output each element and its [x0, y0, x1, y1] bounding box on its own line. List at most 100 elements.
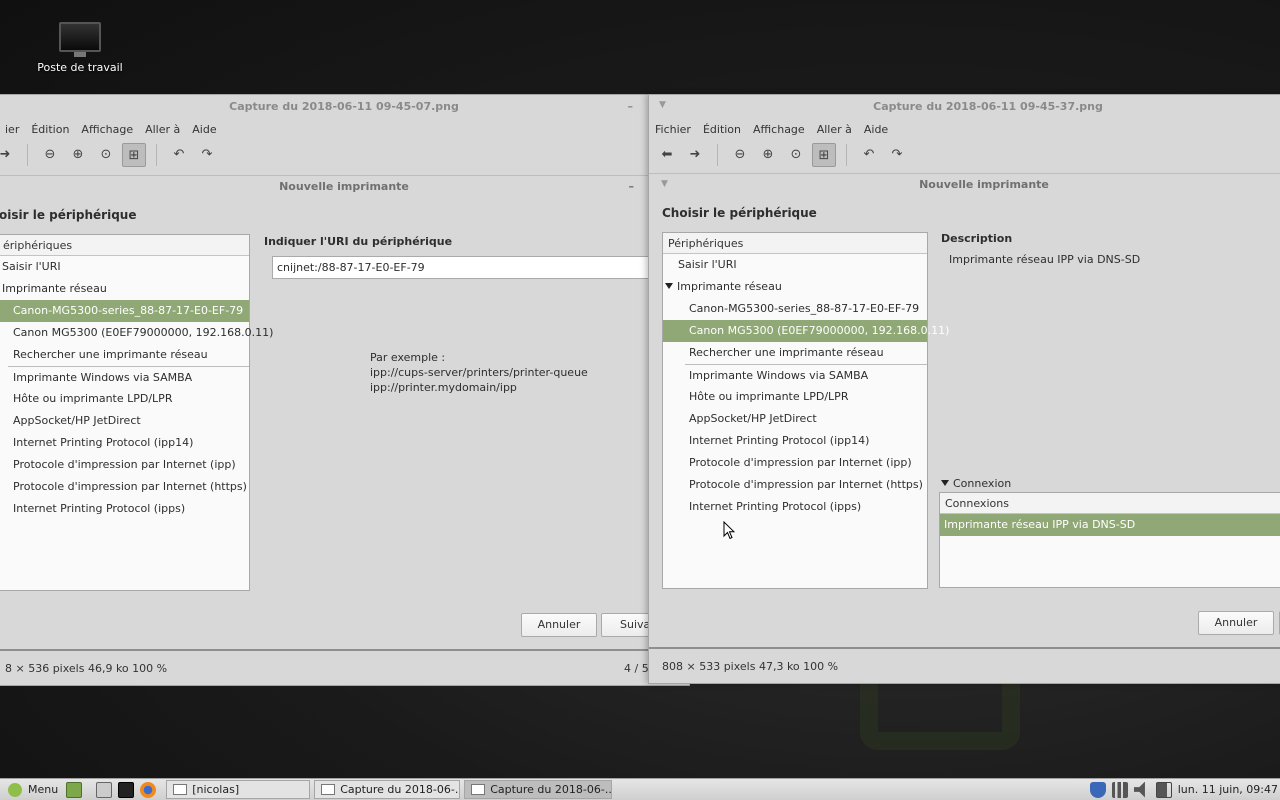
show-desktop-icon[interactable]: [66, 781, 83, 798]
menu-help[interactable]: Aide: [864, 123, 888, 136]
battery-icon[interactable]: [1155, 781, 1172, 798]
terminal-task-icon: [173, 784, 188, 795]
cancel-button[interactable]: Annuler: [521, 613, 597, 637]
forward-icon[interactable]: ➜: [683, 143, 707, 167]
list-item[interactable]: AppSocket/HP JetDirect: [0, 410, 249, 432]
expander-icon[interactable]: [941, 480, 949, 486]
cancel-button[interactable]: Annuler: [1198, 611, 1274, 635]
list-item[interactable]: Internet Printing Protocol (ipps): [663, 496, 927, 518]
toolbar-separator: [717, 144, 718, 166]
menu-help[interactable]: Aide: [192, 123, 216, 136]
window-title: ▼ Capture du 2018-06-11 09-45-37.png: [649, 95, 1280, 119]
window-menu-icon[interactable]: ▼: [659, 93, 666, 117]
list-item[interactable]: Rechercher une imprimante réseau: [663, 342, 927, 364]
list-item[interactable]: Protocole d'impression par Internet (ipp…: [663, 452, 927, 474]
clock[interactable]: lun. 11 juin, 09:47: [1178, 783, 1280, 796]
list-item-selected[interactable]: Canon MG5300 (E0EF79000000, 192.168.0.11…: [663, 320, 949, 342]
back-icon[interactable]: ⬅: [655, 143, 679, 167]
device-list-header[interactable]: Périphériques: [663, 233, 927, 254]
list-item[interactable]: Saisir l'URI: [663, 254, 927, 276]
list-item[interactable]: Imprimante réseau: [0, 278, 249, 300]
forward-icon[interactable]: ➜: [0, 143, 17, 167]
task-image-viewer-1[interactable]: Capture du 2018-06-...: [314, 780, 461, 799]
menu-file[interactable]: Fichier: [655, 123, 691, 136]
zoom-out-icon[interactable]: ⊖: [38, 143, 62, 167]
description-value: Imprimante réseau IPP via DNS-SD: [949, 253, 1141, 266]
menu-file[interactable]: ier: [5, 123, 19, 136]
zoom-in-icon[interactable]: ⊕: [66, 143, 90, 167]
zoom-normal-icon[interactable]: ⊙: [94, 143, 118, 167]
desktop-computer-icon[interactable]: Poste de travail: [30, 18, 130, 74]
list-item[interactable]: Rechercher une imprimante réseau: [0, 344, 249, 366]
uri-example-label: Par exemple :: [370, 351, 446, 364]
firefox-icon[interactable]: [140, 781, 157, 798]
menu-button[interactable]: Menu: [0, 779, 66, 800]
terminal-icon[interactable]: [118, 781, 135, 798]
list-item-selected[interactable]: Canon-MG5300-series_88-87-17-E0-EF-79: [0, 300, 249, 322]
window-title: Capture du 2018-06-11 09-45-07.png –: [0, 95, 689, 119]
device-list: Périphériques Saisir l'URI Imprimante ré…: [662, 232, 949, 589]
shield-icon[interactable]: [1089, 781, 1106, 798]
menu-go[interactable]: Aller à: [817, 123, 852, 136]
uri-field[interactable]: cnijnet:/88-87-17-E0-EF-79: [272, 256, 662, 279]
menu-view[interactable]: Affichage: [81, 123, 133, 136]
rotate-left-icon[interactable]: ↶: [857, 143, 881, 167]
list-item[interactable]: Canon MG5300 (E0EF79000000, 192.168.0.11…: [0, 322, 273, 344]
list-item-expanded[interactable]: Imprimante réseau: [663, 276, 927, 298]
zoom-out-icon[interactable]: ⊖: [728, 143, 752, 167]
zoom-in-icon[interactable]: ⊕: [756, 143, 780, 167]
dialog-title: Nouvelle imprimante –: [0, 176, 689, 198]
connection-item-selected[interactable]: Imprimante réseau IPP via DNS-SD: [940, 514, 1280, 536]
dialog-menu-icon[interactable]: ▼: [661, 173, 668, 195]
device-list: ériphériques Saisir l'URI Imprimante rés…: [0, 234, 273, 591]
list-item[interactable]: Internet Printing Protocol (ipp14): [0, 432, 249, 454]
rotate-right-icon[interactable]: ↷: [885, 143, 909, 167]
dialog-title: ▼ Nouvelle imprimante: [649, 174, 1280, 196]
toolbar-separator: [156, 144, 157, 166]
menu-edit[interactable]: Édition: [31, 123, 69, 136]
status-bar: 8 × 536 pixels 46,9 ko 100 % 4 / 5: [0, 649, 689, 685]
zoom-fit-icon[interactable]: ⊞: [122, 143, 146, 167]
toolbar-separator: [27, 144, 28, 166]
list-item[interactable]: Internet Printing Protocol (ipps): [0, 498, 249, 520]
volume-icon[interactable]: [1133, 781, 1145, 798]
new-printer-dialog: Nouvelle imprimante – oisir le périphéri…: [0, 175, 689, 645]
task-terminal[interactable]: [nicolas]: [166, 780, 311, 799]
description-heading: Description: [941, 232, 1013, 245]
minimize-button[interactable]: –: [628, 95, 634, 119]
expander-icon[interactable]: [665, 283, 673, 289]
connection-expander[interactable]: Connexion: [941, 477, 1011, 490]
list-item[interactable]: Canon-MG5300-series_88-87-17-E0-EF-79: [663, 298, 927, 320]
list-item[interactable]: Imprimante Windows via SAMBA: [8, 366, 249, 388]
uri-example-1: ipp://cups-server/printers/printer-queue: [370, 366, 588, 379]
list-item[interactable]: Saisir l'URI: [0, 256, 249, 278]
dialog-heading: Choisir le périphérique: [662, 206, 817, 220]
list-item[interactable]: Hôte ou imprimante LPD/LPR: [0, 388, 249, 410]
task-image-viewer-2[interactable]: Capture du 2018-06-...: [464, 780, 613, 799]
device-list-header[interactable]: ériphériques: [0, 235, 249, 256]
connections-list: Connexions Imprimante réseau IPP via DNS…: [939, 492, 1280, 588]
list-item[interactable]: Internet Printing Protocol (ipp14): [663, 430, 927, 452]
list-item[interactable]: Imprimante Windows via SAMBA: [685, 364, 927, 386]
list-item[interactable]: Protocole d'impression par Internet (htt…: [0, 476, 249, 498]
menu-view[interactable]: Affichage: [753, 123, 805, 136]
desktop-icon-label: Poste de travail: [37, 61, 123, 74]
menu-go[interactable]: Aller à: [145, 123, 180, 136]
mouse-cursor: [723, 521, 735, 540]
network-icon[interactable]: [1111, 781, 1128, 798]
file-manager-icon[interactable]: [96, 781, 113, 798]
list-item[interactable]: Protocole d'impression par Internet (ipp…: [0, 454, 249, 476]
rotate-right-icon[interactable]: ↷: [195, 143, 219, 167]
connections-list-header[interactable]: Connexions: [940, 493, 1280, 514]
list-item[interactable]: Hôte ou imprimante LPD/LPR: [663, 386, 927, 408]
dialog-minimize-button[interactable]: –: [629, 176, 635, 198]
menu-edit[interactable]: Édition: [703, 123, 741, 136]
mint-menu-icon: [8, 782, 22, 797]
monitor-icon: [59, 22, 101, 57]
toolbar-separator: [846, 144, 847, 166]
zoom-fit-icon[interactable]: ⊞: [812, 143, 836, 167]
zoom-normal-icon[interactable]: ⊙: [784, 143, 808, 167]
list-item[interactable]: AppSocket/HP JetDirect: [663, 408, 927, 430]
rotate-left-icon[interactable]: ↶: [167, 143, 191, 167]
list-item[interactable]: Protocole d'impression par Internet (htt…: [663, 474, 927, 496]
